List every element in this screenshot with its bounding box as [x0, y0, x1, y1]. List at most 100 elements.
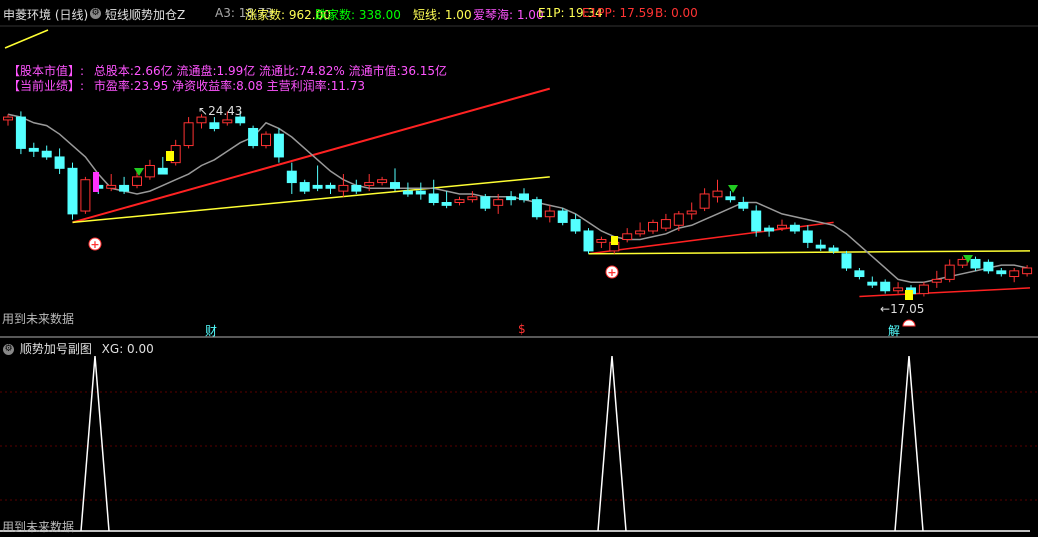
candle-body: [183, 122, 194, 147]
sub-panel-header: ⚙ 顺势加号副图 XG: 0.00: [3, 340, 154, 357]
candle-body: [1022, 267, 1033, 275]
candle-body: [880, 281, 891, 292]
candle-body: [802, 230, 813, 243]
candle-body: [815, 244, 826, 249]
candle-body: [725, 196, 736, 201]
candle-body: [970, 258, 981, 269]
trend-line-yellow-2: [588, 250, 1031, 255]
candle-body: [931, 278, 942, 283]
sub-panel-value: XG: 0.00: [101, 342, 154, 356]
candle-body: [673, 213, 684, 226]
highlight-box: [166, 151, 174, 161]
candle-body: [286, 170, 297, 184]
buy-plus-glyph-2: +: [607, 266, 616, 279]
candle-body: [570, 219, 581, 232]
candle-body: [119, 184, 130, 192]
candle-body: [828, 247, 839, 252]
candle-body: [428, 193, 439, 203]
candle-body: [635, 230, 646, 235]
candle-body: [312, 184, 323, 189]
future-data-note-sub: 用到未来数据: [2, 520, 75, 534]
candle-body: [390, 182, 400, 189]
candle-body: [944, 264, 955, 280]
candle-body: [415, 190, 426, 195]
candle-body: [867, 281, 878, 286]
candle-body: [841, 253, 852, 269]
candle-body: [28, 147, 39, 152]
candle-body: [854, 270, 865, 278]
xg-signal-spike: [80, 355, 110, 532]
sub-settings-icon[interactable]: ⚙: [3, 344, 14, 355]
candle-body: [957, 258, 968, 266]
candle-body: [209, 122, 220, 129]
event-finance-marker[interactable]: 财: [205, 322, 217, 339]
candle-body: [441, 202, 452, 206]
event-unlock-marker[interactable]: 解: [888, 322, 900, 339]
candle-body: [686, 210, 697, 215]
candle-body: [557, 210, 568, 223]
candle-body: [506, 196, 517, 201]
candle-body: [454, 199, 465, 203]
candle-body: [377, 179, 388, 184]
candle-body: [648, 221, 658, 232]
candle-body: [660, 219, 671, 229]
candle-body: [222, 119, 233, 124]
highlight-box: [905, 290, 913, 300]
candle-body: [402, 190, 413, 195]
xg-signal-spike: [894, 355, 924, 532]
candle-body: [132, 176, 142, 186]
candle-body: [80, 179, 91, 212]
candle-body: [519, 193, 529, 201]
candle-body: [738, 202, 749, 209]
candle-body: [67, 167, 78, 215]
candle-body: [996, 270, 1007, 275]
candle-body: [480, 196, 491, 209]
candle-body: [596, 239, 607, 243]
candle-body: [15, 116, 26, 149]
candle-body: [3, 116, 13, 121]
candle-body: [777, 224, 787, 229]
trend-line-red: [72, 87, 551, 224]
trend-line-top-left: [4, 29, 49, 49]
candle-body: [41, 150, 52, 158]
chart-canvas[interactable]: ++: [0, 0, 1038, 537]
candle-body: [764, 227, 775, 232]
xg-signal-spike: [597, 355, 627, 532]
candle-body: [544, 210, 555, 218]
candle-body: [583, 230, 594, 252]
candle-body: [531, 199, 542, 218]
candle-body: [699, 193, 710, 209]
sell-arrow-icon: [728, 185, 738, 193]
buy-half-marker: [902, 319, 916, 327]
candle-body: [157, 167, 168, 175]
candle-body: [789, 224, 800, 232]
candle-body: [983, 261, 994, 272]
low-price-label: ←17.05: [880, 302, 925, 316]
buy-plus-glyph-1: +: [90, 238, 99, 251]
event-dividend-marker[interactable]: $: [518, 322, 526, 336]
highlight-box: [611, 236, 618, 245]
candle-body: [712, 190, 723, 198]
candle-body: [751, 210, 762, 232]
candle-body: [299, 182, 310, 192]
candle-body: [54, 156, 65, 169]
candle-body: [273, 133, 284, 158]
candle-body: [338, 184, 349, 192]
candle-body: [364, 182, 375, 186]
trend-line-yellow: [72, 176, 550, 224]
sell-arrow-icon: [134, 168, 144, 176]
candle-body: [325, 184, 336, 189]
candle-body: [893, 287, 904, 292]
candle-body: [144, 164, 155, 178]
future-data-note-main: 用到未来数据: [2, 312, 75, 326]
candle-body: [918, 284, 929, 295]
candle-body: [1009, 270, 1020, 278]
candle-body: [248, 127, 259, 147]
candle-body: [106, 184, 117, 189]
highlight-box: [93, 172, 99, 192]
candle-body: [622, 233, 633, 241]
sub-panel-title[interactable]: 顺势加号副图: [20, 342, 92, 356]
candle-body: [351, 184, 362, 192]
high-price-label: ↖24.43: [198, 104, 243, 118]
candle-body: [467, 196, 478, 201]
